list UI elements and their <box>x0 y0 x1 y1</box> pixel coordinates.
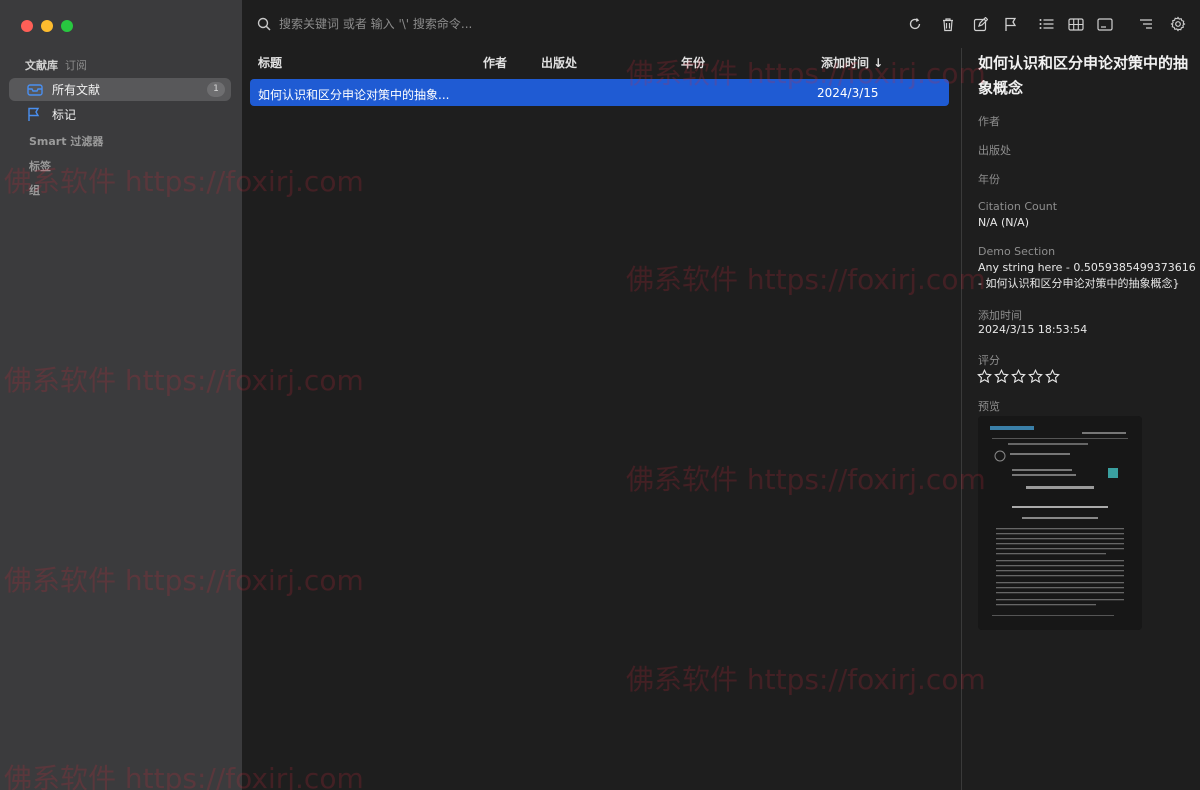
list-view-icon[interactable] <box>1037 15 1055 33</box>
document-preview[interactable] <box>978 416 1142 630</box>
column-author[interactable]: 作者 <box>483 54 507 71</box>
preview-label: 预览 <box>978 400 1000 413</box>
reload-icon[interactable] <box>906 15 924 33</box>
star-icon[interactable] <box>994 369 1009 384</box>
zoom-window-button[interactable] <box>61 20 73 32</box>
sidebar-tabs: 文献库 订阅 <box>25 57 87 73</box>
star-icon[interactable] <box>977 369 992 384</box>
added-time-value: 2024/3/15 18:53:54 <box>978 323 1088 336</box>
demo-section-label: Demo Section <box>978 245 1056 258</box>
star-icon[interactable] <box>1011 369 1026 384</box>
sidebar-item-label: 所有文献 <box>52 83 101 97</box>
column-title[interactable]: 标题 <box>258 54 282 71</box>
star-icon[interactable] <box>1028 369 1043 384</box>
citation-label: Citation Count <box>978 200 1058 213</box>
minimize-window-button[interactable] <box>41 20 53 32</box>
section-smart-filters[interactable]: Smart 过滤器 <box>29 133 103 149</box>
settings-icon[interactable] <box>1169 15 1187 33</box>
flag-icon[interactable] <box>1002 15 1020 33</box>
sidebar-item-all-papers[interactable]: 所有文献 1 <box>9 78 231 101</box>
author-label: 作者 <box>978 115 1000 128</box>
count-badge: 1 <box>207 82 225 97</box>
sidebar-item-label: 标记 <box>52 108 77 122</box>
column-added-time[interactable]: 添加时间 ↓ <box>821 54 883 71</box>
year-label: 年份 <box>978 173 1000 186</box>
paper-list: 标题 作者 出版处 年份 添加时间 ↓ 如何认识和区分申论对策中的抽象... 2… <box>242 48 961 790</box>
sidebar-item-flagged[interactable]: 标记 <box>9 103 231 126</box>
star-icon[interactable] <box>1045 369 1060 384</box>
citation-value: N/A (N/A) <box>978 216 1029 229</box>
sort-icon[interactable] <box>1137 15 1155 33</box>
close-window-button[interactable] <box>21 20 33 32</box>
column-publisher[interactable]: 出版处 <box>541 54 577 71</box>
table-row[interactable]: 如何认识和区分申论对策中的抽象... 2024/3/15 <box>250 79 949 106</box>
tab-library[interactable]: 文献库 <box>25 57 58 73</box>
column-year[interactable]: 年份 <box>681 54 705 71</box>
demo-section-value-line1: Any string here - 0.5059385499373616 <box>978 261 1196 274</box>
window-controls <box>21 20 73 32</box>
rating-stars[interactable] <box>977 369 1060 384</box>
edit-icon[interactable] <box>971 15 989 33</box>
row-title: 如何认识和区分申论对策中的抽象... <box>258 88 450 102</box>
sidebar: 文献库 订阅 所有文献 1 标记 Smart 过滤器 标签 组 <box>0 0 242 790</box>
card-view-icon[interactable] <box>1096 15 1114 33</box>
toolbar: 搜索关键词 或者 输入 '\' 搜索命令... <box>242 0 1200 48</box>
tray-icon <box>27 83 43 97</box>
row-added-time: 2024/3/15 <box>817 86 879 100</box>
table-view-icon[interactable] <box>1067 15 1085 33</box>
section-groups[interactable]: 组 <box>29 182 40 198</box>
section-tags[interactable]: 标签 <box>29 158 51 174</box>
paper-title[interactable]: 如何认识和区分申论对策中的抽象概念 <box>978 51 1192 101</box>
detail-pane: 如何认识和区分申论对策中的抽象概念 作者 出版处 年份 Citation Cou… <box>962 48 1200 790</box>
flag-icon <box>27 107 43 122</box>
trash-icon[interactable] <box>939 15 957 33</box>
rating-label: 评分 <box>978 354 1000 367</box>
preview-thumbnail <box>978 416 1142 630</box>
publisher-label: 出版处 <box>978 144 1011 157</box>
added-time-label: 添加时间 <box>978 309 1022 322</box>
tab-feeds[interactable]: 订阅 <box>65 57 87 73</box>
demo-section-value-line2: - 如何认识和区分申论对策中的抽象概念} <box>978 277 1180 290</box>
toolbar-actions <box>242 15 1200 33</box>
